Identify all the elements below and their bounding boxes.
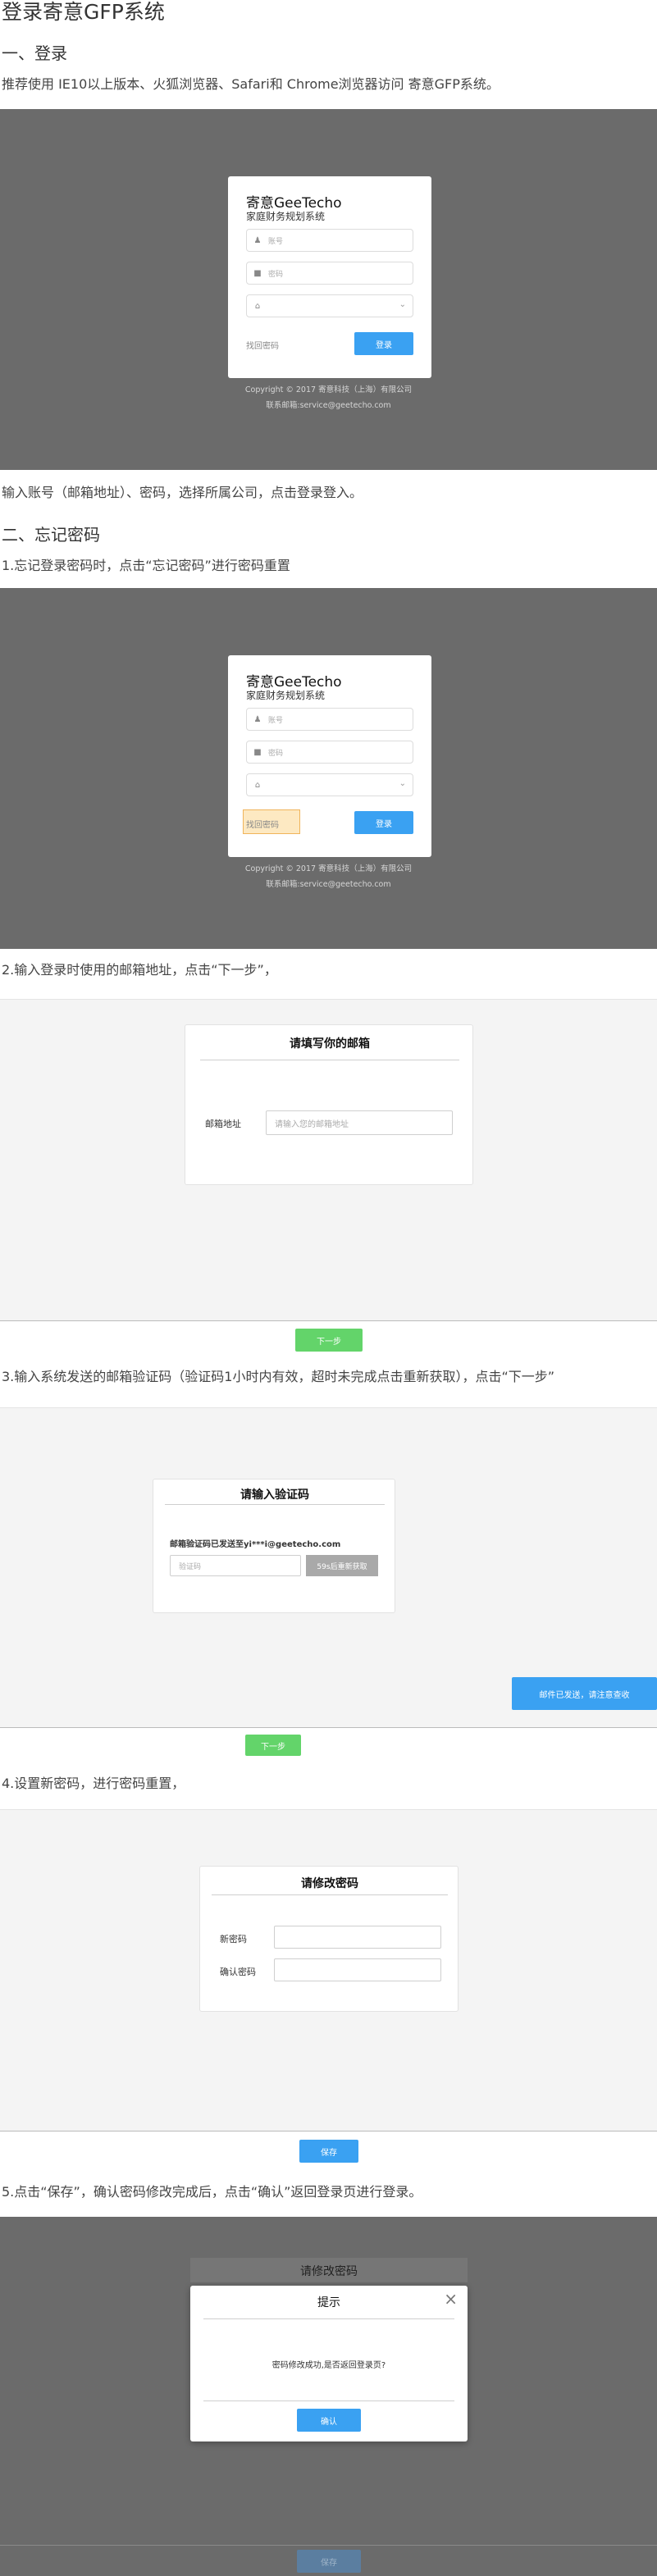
chevron-down-icon: ⌄ xyxy=(399,779,406,788)
bg-save-button: 保存 xyxy=(297,2550,361,2573)
toast-message: 邮件已发送，请注意查收 xyxy=(512,1677,657,1710)
step2-text: 2.输入登录时使用的邮箱地址，点击“下一步”， xyxy=(2,962,277,978)
password-placeholder: 密码 xyxy=(268,749,284,758)
next-button[interactable]: 下一步 xyxy=(295,1329,363,1352)
divider xyxy=(203,2400,454,2401)
password-input[interactable]: ■ 密码 xyxy=(246,262,413,285)
home-icon: ⌂ xyxy=(254,301,261,311)
password-placeholder: 密码 xyxy=(268,270,284,279)
email-card-title: 请填写你的邮箱 xyxy=(290,1037,370,1051)
doc-title: 登录寄意GFP系统 xyxy=(2,0,165,24)
login-screenshot: 寄意GeeTecho 家庭财务规划系统 ♟ 账号 ■ 密码 ⌂ ⌄ 找回密码 登… xyxy=(0,109,657,470)
divider xyxy=(165,1504,385,1505)
divider xyxy=(0,1320,657,1321)
code-card: 请输入验证码 邮箱验证码已发送至yi***i@geetecho.com 验证码 … xyxy=(153,1479,395,1613)
confirm-screenshot: 请修改密码 提示 × 密码修改成功,是否返回登录页? 确认 保存 xyxy=(0,2217,657,2576)
login-card: 寄意GeeTecho 家庭财务规划系统 ♟ 账号 ■ 密码 ⌂ ⌄ 找回密码 登… xyxy=(228,655,431,857)
account-input[interactable]: ♟ 账号 xyxy=(246,708,413,731)
login-card: 寄意GeeTecho 家庭财务规划系统 ♟ 账号 ■ 密码 ⌂ ⌄ 找回密码 登… xyxy=(228,176,431,378)
bg-card-title: 请修改密码 xyxy=(300,2265,358,2278)
reset-card: 请修改密码 新密码 确认密码 xyxy=(199,1866,459,2012)
account-placeholder: 账号 xyxy=(268,237,284,246)
lock-icon: ■ xyxy=(253,268,262,278)
user-icon: ♟ xyxy=(253,235,262,245)
account-placeholder: 账号 xyxy=(268,716,284,725)
email-label: 邮箱地址 xyxy=(205,1119,241,1129)
divider xyxy=(0,2545,657,2546)
code-input[interactable]: 验证码 xyxy=(170,1555,301,1576)
dialog-title: 提示 xyxy=(317,2296,340,2309)
login-button[interactable]: 登录 xyxy=(354,811,413,834)
company-select[interactable]: ⌂ ⌄ xyxy=(246,294,413,317)
home-icon: ⌂ xyxy=(254,780,261,790)
copyright-text: Copyright © 2017 寄意科技（上海）有限公司 xyxy=(244,385,413,394)
step5-text: 5.点击“保存”，确认密码修改完成后，点击“确认”返回登录页进行登录。 xyxy=(2,2184,422,2200)
email-input[interactable]: 请输入您的邮箱地址 xyxy=(266,1110,453,1135)
section-login-heading: 一、登录 xyxy=(2,43,67,63)
close-icon[interactable]: × xyxy=(444,2291,458,2307)
section-forgot-heading: 二、忘记密码 xyxy=(2,525,100,545)
password-input[interactable]: ■ 密码 xyxy=(246,741,413,764)
confirm-password-label: 确认密码 xyxy=(220,1967,256,1977)
save-button[interactable]: 保存 xyxy=(299,2140,358,2163)
user-icon: ♟ xyxy=(253,714,262,724)
account-input[interactable]: ♟ 账号 xyxy=(246,229,413,252)
section-login-intro: 推荐使用 IE10以上版本、火狐浏览器、Safari和 Chrome浏览器访问 … xyxy=(2,76,500,92)
dialog-message: 密码修改成功,是否返回登录页? xyxy=(271,2361,386,2370)
code-sent-text: 邮箱验证码已发送至yi***i@geetecho.com xyxy=(170,1540,341,1549)
contact-text: 联系邮箱:service@geetecho.com xyxy=(266,401,391,410)
code-card-title: 请输入验证码 xyxy=(240,1489,309,1502)
step4-text: 4.设置新密码，进行密码重置， xyxy=(2,1776,185,1791)
email-screenshot: 请填写你的邮箱 邮箱地址 请输入您的邮箱地址 xyxy=(0,999,657,1321)
reset-card-title: 请修改密码 xyxy=(301,1877,358,1890)
copyright-text: Copyright © 2017 寄意科技（上海）有限公司 xyxy=(244,864,413,873)
forgot-screenshot: 寄意GeeTecho 家庭财务规划系统 ♟ 账号 ■ 密码 ⌂ ⌄ 找回密码 登… xyxy=(0,588,657,949)
company-select[interactable]: ⌂ ⌄ xyxy=(246,773,413,796)
confirm-button[interactable]: 确认 xyxy=(297,2409,361,2432)
forgot-password-link[interactable]: 找回密码 xyxy=(246,818,279,830)
next-button[interactable]: 下一步 xyxy=(245,1735,301,1756)
new-password-input[interactable] xyxy=(274,1926,441,1949)
brand-subtitle: 家庭财务规划系统 xyxy=(246,690,326,701)
step1-text: 1.忘记登录密码时，点击“忘记密码”进行密码重置 xyxy=(2,558,290,573)
confirm-dialog: 提示 × 密码修改成功,是否返回登录页? 确认 xyxy=(190,2286,468,2442)
new-password-label: 新密码 xyxy=(220,1934,247,1945)
divider xyxy=(203,2318,454,2319)
step3-text: 3.输入系统发送的邮箱验证码（验证码1小时内有效，超时未完成点击重新获取），点击… xyxy=(2,1369,555,1384)
brand-subtitle: 家庭财务规划系统 xyxy=(246,211,326,222)
section-login-after: 输入账号（邮箱地址）、密码，选择所属公司，点击登录登入。 xyxy=(2,485,363,500)
confirm-password-input[interactable] xyxy=(274,1958,441,1981)
divider xyxy=(212,1894,448,1895)
forgot-password-link[interactable]: 找回密码 xyxy=(246,339,279,351)
login-button[interactable]: 登录 xyxy=(354,332,413,355)
resend-button[interactable]: 59s后重新获取 xyxy=(306,1555,378,1576)
code-screenshot: 请输入验证码 邮箱验证码已发送至yi***i@geetecho.com 验证码 … xyxy=(0,1407,657,1728)
lock-icon: ■ xyxy=(253,747,262,757)
chevron-down-icon: ⌄ xyxy=(399,300,406,309)
reset-screenshot: 请修改密码 新密码 确认密码 xyxy=(0,1809,657,2131)
contact-text: 联系邮箱:service@geetecho.com xyxy=(266,880,391,889)
email-card: 请填写你的邮箱 邮箱地址 请输入您的邮箱地址 xyxy=(185,1024,473,1185)
divider xyxy=(0,1727,657,1728)
